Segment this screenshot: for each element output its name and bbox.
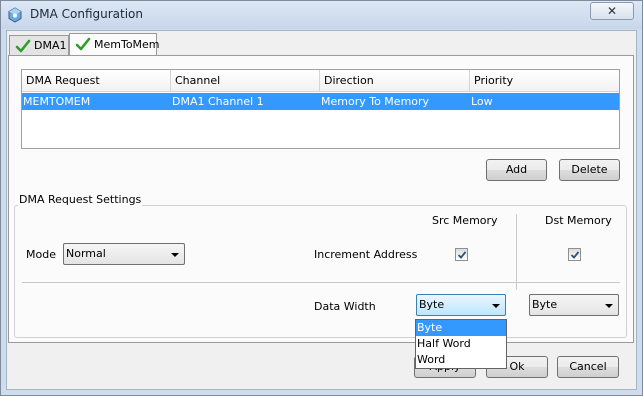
dst-data-width-value: Byte [532,298,558,311]
cell-direction[interactable]: Memory To Memory [320,93,470,110]
cell-channel[interactable]: DMA1 Channel 1 [171,93,320,110]
column-header-direction[interactable]: Direction [320,70,470,92]
chevron-down-icon [171,253,179,257]
cell-request[interactable]: MEMTOMEM [22,93,171,110]
mode-select[interactable]: Normal [63,243,185,265]
mode-label: Mode [26,248,56,261]
src-data-width-select[interactable]: Byte [416,294,506,316]
src-memory-header: Src Memory [432,214,498,227]
increment-address-label: Increment Address [314,248,418,261]
cell-priority[interactable]: Low [470,93,619,110]
window-title: DMA Configuration [30,7,143,21]
src-increment-checkbox[interactable] [455,248,468,261]
dma-request-settings-group [14,205,627,338]
tab-dma1[interactable]: DMA1 [9,35,69,55]
delete-button[interactable]: Delete [559,159,620,181]
src-data-width-value: Byte [419,298,445,311]
dst-data-width-select[interactable]: Byte [529,294,619,316]
add-button[interactable]: Add [486,159,547,181]
column-header-channel[interactable]: Channel [171,70,320,92]
checkmark-icon [570,251,580,259]
column-header-priority[interactable]: Priority [470,70,619,92]
close-button[interactable]: ✕ [590,2,634,20]
tab-label: DMA1 [34,39,67,52]
tab-memtomem[interactable]: MemToMem [69,33,160,56]
mode-value: Normal [66,247,106,260]
option-word[interactable]: Word [416,352,506,368]
separator [22,282,620,283]
green-check-icon [15,39,31,53]
close-icon: ✕ [606,4,618,18]
gear-cube-icon [7,7,23,23]
group-title: DMA Request Settings [18,193,143,206]
dst-memory-header: Dst Memory [545,214,612,227]
chevron-down-icon [492,304,500,308]
green-check-icon [75,37,91,51]
column-divider [516,214,517,290]
column-header-dma-request[interactable]: DMA Request [22,70,171,92]
data-width-label: Data Width [314,300,376,313]
chevron-down-icon [605,304,613,308]
checkmark-icon [457,251,467,259]
option-byte[interactable]: Byte [416,320,506,336]
option-half-word[interactable]: Half Word [416,336,506,352]
cancel-button[interactable]: Cancel [557,356,619,378]
dst-increment-checkbox[interactable] [568,248,581,261]
tab-label: MemToMem [94,38,160,51]
